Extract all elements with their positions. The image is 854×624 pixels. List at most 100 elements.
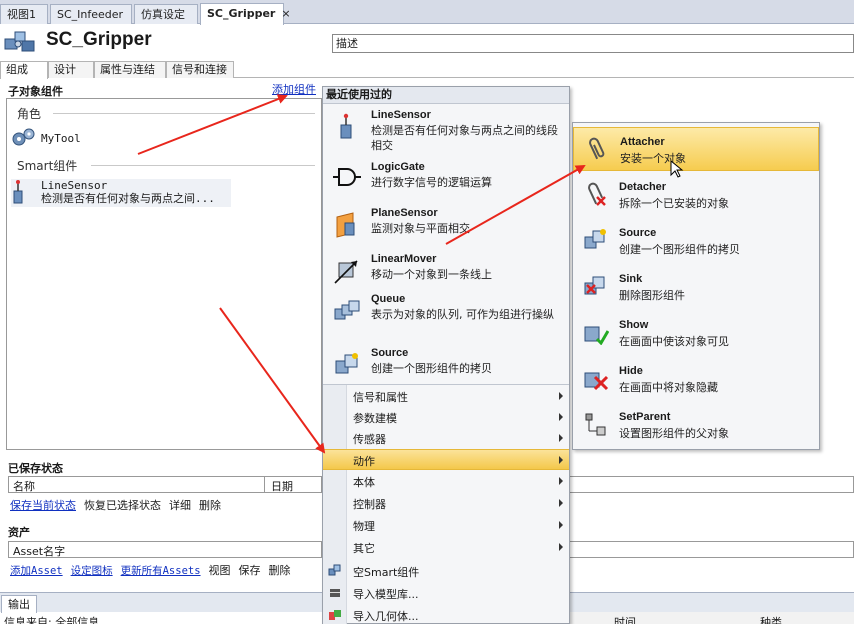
- submenu-item-desc: 在画面中使该对象可见: [619, 335, 729, 348]
- submenu-item-source[interactable]: Source 创建一个图形组件的拷贝: [573, 219, 819, 263]
- column-header-date[interactable]: 日期: [271, 478, 293, 494]
- saved-state-table-header: 名称 日期: [8, 476, 322, 493]
- document-tab-bar: 视图1 SC_Infeeder 仿真设定 SC_Gripper ×: [0, 0, 854, 25]
- submenu-item-show[interactable]: Show 在画面中使该对象可见: [573, 311, 819, 355]
- add-asset-link[interactable]: 添加Asset: [10, 565, 63, 577]
- doc-tab-sc-gripper[interactable]: SC_Gripper ×: [200, 3, 291, 25]
- chevron-right-icon: [559, 477, 563, 485]
- menu-item-name: LinearMover: [371, 253, 437, 265]
- submenu-item-name: Hide: [619, 365, 643, 377]
- saved-state-actions: 保存当前状态 恢复已选择状态 详细 删除: [10, 497, 221, 513]
- show-icon: [584, 326, 609, 345]
- set-icon-link[interactable]: 设定图标: [71, 565, 113, 577]
- tab-label: 设计: [54, 63, 76, 76]
- divider: [53, 113, 315, 114]
- menu-category-other[interactable]: 其它: [323, 537, 569, 558]
- tab-label: 组成: [6, 63, 28, 76]
- chevron-right-icon: [559, 456, 563, 464]
- doc-tab-label: SC_Infeeder: [57, 8, 124, 21]
- menu-category-label: 传感器: [353, 433, 386, 446]
- submenu-item-desc: 创建一个图形组件的拷贝: [619, 243, 740, 256]
- line-sensor-icon: [13, 180, 23, 204]
- close-icon[interactable]: ×: [281, 7, 290, 20]
- submenu-item-sink[interactable]: Sink 删除图形组件: [573, 265, 819, 309]
- menu-category-label: 控制器: [353, 498, 386, 511]
- menu-category-sensors[interactable]: 传感器: [323, 428, 569, 449]
- tab-output[interactable]: 输出: [1, 595, 37, 613]
- saved-state-title: 已保存状态: [8, 462, 63, 475]
- table-extension: [570, 541, 854, 558]
- queue-icon: [334, 300, 360, 320]
- submenu-item-name: Detacher: [619, 181, 667, 193]
- tab-properties-links[interactable]: 属性与连结: [94, 61, 166, 78]
- menu-category-label: 参数建模: [353, 412, 397, 425]
- actions-submenu: Attacher 安装一个对象 Detacher 拆除一个已安装的对象 Sour…: [572, 122, 820, 450]
- menu-category-label: 其它: [353, 542, 375, 555]
- column-header-asset-name[interactable]: Asset名字: [13, 543, 65, 559]
- tab-design[interactable]: 设计: [48, 61, 94, 78]
- details-button[interactable]: 详细: [169, 499, 191, 512]
- doc-tab-simulation-settings[interactable]: 仿真设定: [134, 4, 198, 24]
- children-section-title: 子对象组件: [8, 85, 63, 98]
- menu-item-linesensor[interactable]: LineSensor 检测是否有任何对象与两点之间的线段相交: [323, 107, 569, 152]
- update-assets-link[interactable]: 更新所有Assets: [121, 565, 201, 577]
- menu-category-actions[interactable]: 动作: [323, 449, 569, 470]
- save-button[interactable]: 保存: [239, 564, 261, 577]
- menu-category-body[interactable]: 本体: [323, 471, 569, 492]
- submenu-item-attacher[interactable]: Attacher 安装一个对象: [573, 127, 819, 178]
- assets-title: 资产: [8, 526, 30, 539]
- column-header-name[interactable]: 名称: [13, 478, 35, 494]
- restore-state-button[interactable]: 恢复已选择状态: [84, 499, 161, 512]
- menu-item-source[interactable]: Source 创建一个图形组件的拷贝: [323, 345, 569, 379]
- column-header-time[interactable]: 时间: [614, 614, 636, 624]
- menu-item-linearmover[interactable]: LinearMover 移动一个对象到一条线上: [323, 251, 569, 285]
- tool-gears-icon: [12, 128, 35, 146]
- delete-asset-button[interactable]: 删除: [269, 564, 291, 577]
- tab-composition[interactable]: 组成: [0, 61, 48, 79]
- sink-icon: [584, 276, 605, 295]
- submenu-item-detacher[interactable]: Detacher 拆除一个已安装的对象: [573, 173, 819, 217]
- output-source-label[interactable]: 信息来自: 全部信息: [4, 614, 99, 624]
- menu-item-logicgate[interactable]: LogicGate 进行数字信号的逻辑运算: [323, 159, 569, 193]
- menu-command-import-library[interactable]: 导入模型库...: [323, 583, 569, 604]
- menu-item-planesensor[interactable]: PlaneSensor 监测对象与平面相交: [323, 205, 569, 239]
- menu-item-name: LineSensor: [371, 109, 431, 121]
- add-component-link[interactable]: 添加组件: [272, 81, 316, 97]
- logic-gate-icon: [333, 168, 361, 186]
- menu-item-name: PlaneSensor: [371, 207, 438, 219]
- menu-item-queue[interactable]: Queue 表示为对象的队列, 可作为组进行操纵: [323, 291, 569, 337]
- submenu-item-hide[interactable]: Hide 在画面中将对象隐藏: [573, 357, 819, 401]
- import-geometry-icon: [329, 610, 341, 620]
- chevron-right-icon: [559, 434, 563, 442]
- add-component-menu: 最近使用过的 LineSensor 检测是否有任何对象与两点之间的线段相交 Lo…: [322, 86, 570, 624]
- doc-tab-label: 视图1: [7, 8, 36, 21]
- menu-category-parametric[interactable]: 参数建模: [323, 407, 569, 428]
- doc-tab-sc-infeeder[interactable]: SC_Infeeder: [50, 4, 132, 24]
- tab-signals-connections[interactable]: 信号和连接: [166, 61, 234, 78]
- save-current-state-link[interactable]: 保存当前状态: [10, 499, 76, 512]
- group-label-smart: Smart组件: [17, 159, 78, 173]
- line-sensor-icon: [340, 113, 352, 139]
- menu-command-import-geometry[interactable]: 导入几何体...: [323, 605, 569, 624]
- delete-state-button[interactable]: 删除: [199, 499, 221, 512]
- menu-category-signals[interactable]: 信号和属性: [323, 386, 569, 407]
- description-field[interactable]: 描述: [332, 34, 854, 53]
- menu-category-physics[interactable]: 物理: [323, 515, 569, 536]
- doc-tab-view1[interactable]: 视图1: [0, 4, 48, 24]
- component-title: SC_Gripper: [46, 29, 152, 50]
- menu-command-empty-smart[interactable]: 空Smart组件: [323, 561, 569, 582]
- divider: [91, 165, 315, 166]
- view-button[interactable]: 视图: [209, 564, 231, 577]
- chevron-right-icon: [559, 543, 563, 551]
- property-tab-bar: 组成 设计 属性与连结 信号和连接: [0, 60, 854, 79]
- menu-item-desc: 进行数字信号的逻辑运算: [371, 176, 492, 189]
- submenu-item-name: SetParent: [619, 411, 671, 423]
- menu-category-label: 本体: [353, 476, 375, 489]
- submenu-item-setparent[interactable]: SetParent 设置图形组件的父对象: [573, 403, 819, 447]
- children-tree: 角色 MyTool Smart组件 LineSensor 检测是否有任何对象与两…: [6, 98, 322, 450]
- column-header-category[interactable]: 种类: [760, 614, 782, 624]
- menu-category-controllers[interactable]: 控制器: [323, 493, 569, 514]
- chevron-right-icon: [559, 499, 563, 507]
- tree-item-linesensor[interactable]: LineSensor 检测是否有任何对象与两点之间...: [11, 179, 231, 207]
- menu-divider: [323, 384, 569, 385]
